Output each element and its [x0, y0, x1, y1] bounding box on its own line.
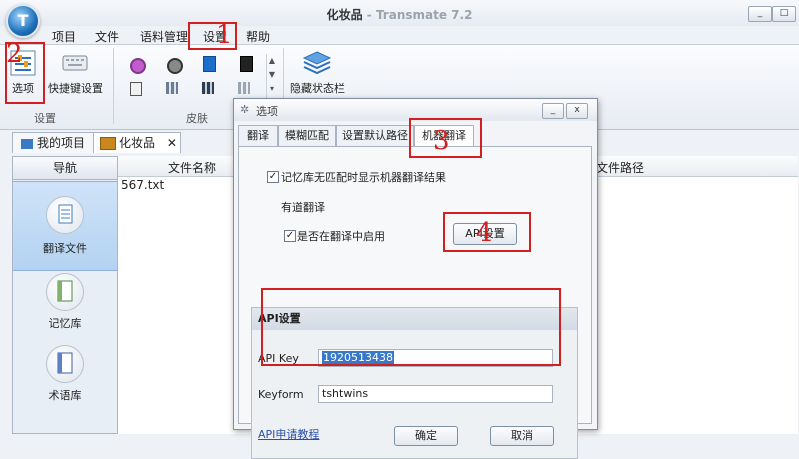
menu-project[interactable]: 项目 [52, 28, 76, 45]
hide-status-bar-button[interactable]: 隐藏状态栏 [290, 80, 345, 96]
tab-fuzzy-match[interactable]: 模糊匹配 [278, 125, 336, 147]
settings-group-label: 设置 [34, 112, 56, 125]
cancel-button[interactable]: 取消 [490, 426, 554, 446]
skin-icon[interactable] [203, 56, 216, 72]
enable-checkbox-label: 是否在翻译中启用 [297, 230, 385, 243]
shortcut-settings-button[interactable]: 快捷键设置 [48, 80, 103, 96]
nav-item-label: 术语库 [48, 389, 82, 402]
dialog-gear-icon: ✲ [240, 103, 250, 116]
engine-label: 有道翻译 [281, 201, 325, 214]
tab-my-projects[interactable]: 我的项目 [12, 132, 96, 153]
skin-scroll-arrows-icon[interactable]: ▲ ▼ ▾ [266, 54, 277, 98]
close-tab-icon[interactable]: ✕ [167, 136, 177, 150]
keyform-field[interactable]: tshtwins [318, 385, 553, 403]
annotation-number: 2 [6, 39, 23, 69]
menu-help[interactable]: 帮助 [246, 28, 270, 45]
skin-icon[interactable] [238, 82, 250, 94]
memory-checkbox-label: 记忆库无匹配时显示机器翻译结果 [281, 171, 446, 184]
memory-checkbox[interactable]: ✓ [267, 171, 279, 183]
column-file-name[interactable]: 文件名称 [168, 159, 216, 176]
nav-item-termbase[interactable]: 术语库 [13, 341, 117, 431]
menu-corpus[interactable]: 语料管理 [140, 28, 188, 45]
document-icon [46, 196, 84, 234]
tab-label: 我的项目 [37, 136, 86, 150]
annotation-number: 4 [476, 218, 493, 248]
layers-icon [302, 50, 332, 78]
maximize-button[interactable]: □ [772, 6, 796, 22]
annotation-box-api-fields [261, 288, 561, 366]
skin-icon[interactable] [130, 82, 142, 96]
app-version: - Transmate 7.2 [366, 8, 473, 22]
folder-icon [100, 137, 116, 150]
menu-file[interactable]: 文件 [95, 28, 119, 45]
nav-item-label: 记忆库 [48, 317, 82, 330]
app-logo-icon[interactable]: T [6, 4, 40, 38]
column-file-path[interactable]: 文件路径 [596, 159, 644, 176]
nav-item-translate-files[interactable]: 翻译文件 [13, 181, 117, 271]
skin-icon[interactable] [166, 82, 178, 94]
nav-item-label: 翻译文件 [43, 242, 87, 255]
ok-button[interactable]: 确定 [394, 426, 458, 446]
api-tutorial-link[interactable]: API申请教程 [258, 426, 319, 442]
tab-default-path[interactable]: 设置默认路径 [336, 125, 414, 147]
skin-group-label: 皮肤 [186, 112, 208, 125]
dialog-minimize-button[interactable]: _ [542, 103, 564, 119]
dialog-title: 选项 [256, 105, 278, 118]
project-icon [21, 138, 33, 149]
nav-header: 导航 [13, 157, 117, 180]
tab-translate[interactable]: 翻译 [238, 125, 278, 147]
window-title: 化妆品 - Transmate 7.2 [0, 6, 799, 23]
skin-icon[interactable] [167, 58, 183, 74]
minimize-button[interactable]: _ [748, 6, 772, 22]
enable-checkbox[interactable]: ✓ [284, 230, 296, 242]
annotation-number: 1 [216, 20, 233, 50]
tab-cosmetics[interactable]: 化妆品 ✕ [93, 132, 181, 153]
memory-book-icon [46, 273, 84, 311]
ribbon-separator [113, 48, 114, 124]
tab-label: 化妆品 [119, 136, 156, 150]
skin-icon[interactable] [240, 56, 253, 72]
skin-icon[interactable] [130, 58, 146, 74]
skin-icon[interactable] [202, 82, 214, 94]
project-title: 化妆品 [326, 8, 363, 22]
keyboard-icon [62, 52, 88, 74]
table-row[interactable]: 567.txt [121, 178, 164, 192]
navigation-panel: 导航 翻译文件 记忆库 术语库 [12, 156, 118, 434]
dialog-close-button[interactable]: x [566, 103, 588, 119]
termbase-book-icon [46, 345, 84, 383]
annotation-number: 3 [433, 126, 450, 156]
keyform-label: Keyform [258, 388, 304, 401]
machine-translation-panel: ✓ 记忆库无匹配时显示机器翻译结果 有道翻译 ✓ 是否在翻译中启用 API设置 … [238, 146, 592, 459]
